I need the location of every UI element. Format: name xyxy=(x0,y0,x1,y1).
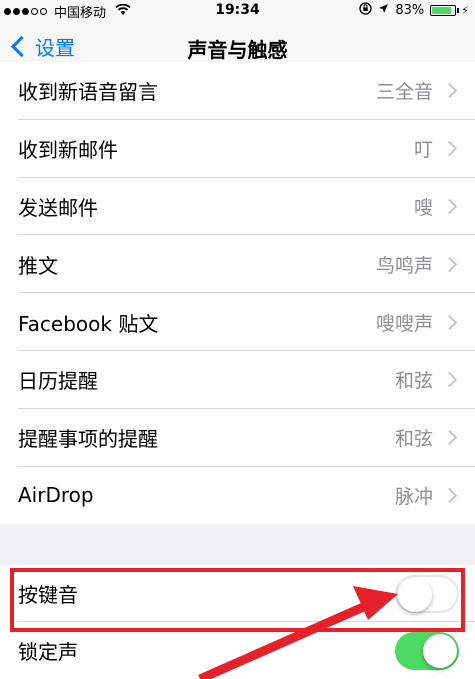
sound-row-airdrop[interactable]: AirDrop 脉冲 xyxy=(0,467,475,525)
chevron-right-icon xyxy=(441,83,458,99)
keyboard-clicks-toggle[interactable] xyxy=(395,574,459,613)
chevron-right-icon xyxy=(441,372,458,388)
row-label: 按键音 xyxy=(18,583,78,607)
sound-row-facebook-post[interactable]: Facebook 贴文 嗖嗖声 xyxy=(0,293,475,351)
row-value: 脉冲 xyxy=(394,485,433,508)
toggle-knob xyxy=(398,577,432,612)
battery-fill xyxy=(432,7,451,14)
sound-row-new-mail[interactable]: 收到新邮件 叮 xyxy=(0,120,475,178)
chevron-right-icon xyxy=(441,198,458,215)
lock-sound-row: 锁定声 xyxy=(0,622,475,679)
sound-row-calendar-alert[interactable]: 日历提醒 和弦 xyxy=(0,351,475,409)
row-value: 鸟鸣声 xyxy=(375,254,433,277)
row-label: AirDrop xyxy=(18,483,94,508)
sound-row-sent-mail[interactable]: 发送邮件 嗖 xyxy=(0,178,475,236)
status-bar: 中国移动 19:34 83% ⚡ xyxy=(0,0,475,21)
lock-sound-toggle[interactable] xyxy=(395,631,459,670)
sound-row-voicemail[interactable]: 收到新语音留言 三全音 xyxy=(0,62,475,120)
charging-bolt-icon: ⚡ xyxy=(461,4,469,17)
orientation-lock-icon xyxy=(359,2,373,19)
battery-icon: ⚡ xyxy=(430,4,469,17)
row-value: 嗖嗖声 xyxy=(375,312,433,335)
chevron-right-icon xyxy=(441,314,458,330)
row-label: 提醒事项的提醒 xyxy=(18,427,158,452)
row-label: 发送邮件 xyxy=(18,195,98,220)
sounds-list: 收到新语音留言 三全音 收到新邮件 叮 发送邮件 嗖 推文 鸟鸣声 Facebo… xyxy=(0,62,475,525)
keyboard-clicks-row: 按键音 xyxy=(0,565,475,622)
row-label: 推文 xyxy=(18,253,58,278)
sound-row-reminder-alert[interactable]: 提醒事项的提醒 和弦 xyxy=(0,409,475,467)
row-value: 叮 xyxy=(413,139,433,162)
row-label: Facebook 贴文 xyxy=(18,311,159,336)
sound-row-tweet[interactable]: 推文 鸟鸣声 xyxy=(0,235,475,293)
chevron-right-icon xyxy=(441,256,458,273)
row-value: 和弦 xyxy=(394,370,433,393)
toggle-knob xyxy=(423,633,457,668)
row-label: 收到新语音留言 xyxy=(18,80,158,105)
row-label: 日历提醒 xyxy=(18,369,98,394)
status-right: 83% ⚡ xyxy=(359,2,469,19)
battery-percent: 83% xyxy=(395,3,425,18)
row-label: 收到新邮件 xyxy=(18,138,118,163)
chevron-right-icon xyxy=(441,140,458,157)
chevron-right-icon xyxy=(441,487,458,504)
location-arrow-icon xyxy=(378,3,389,18)
row-value: 嗖 xyxy=(413,196,433,219)
row-value: 和弦 xyxy=(394,428,433,451)
row-value: 三全音 xyxy=(375,81,433,104)
toggles-list: 按键音 锁定声 xyxy=(0,565,475,679)
page-title: 声音与触感 xyxy=(187,38,288,62)
chevron-right-icon xyxy=(441,429,458,446)
row-label: 锁定声 xyxy=(18,640,78,664)
